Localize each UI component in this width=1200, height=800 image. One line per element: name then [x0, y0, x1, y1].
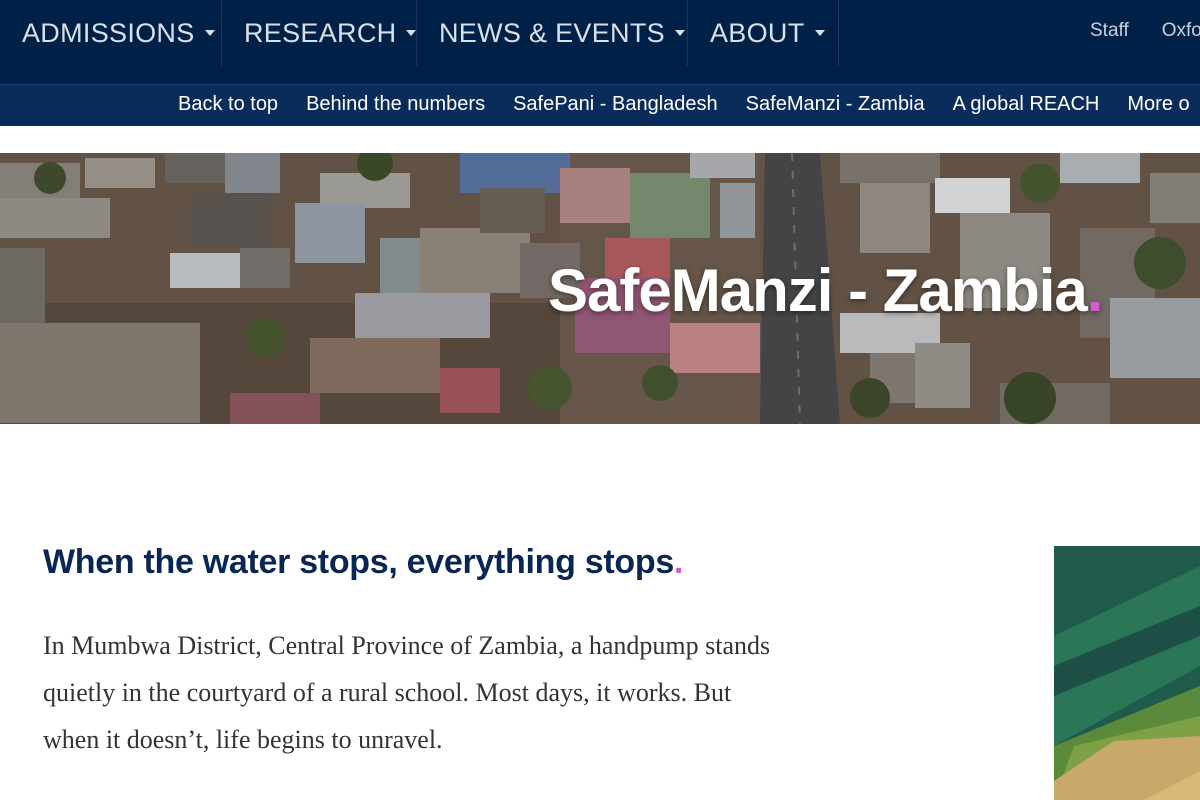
menu-admissions[interactable]: ADMISSIONS: [0, 0, 222, 66]
top-navigation: ADMISSIONS RESEARCH NEWS & EVENTS ABOUT …: [0, 0, 1200, 84]
menu-about-label: ABOUT: [710, 17, 805, 48]
oxford-link[interactable]: Oxfo: [1162, 20, 1200, 42]
subnav-more[interactable]: More o: [1127, 93, 1189, 116]
side-landscape-graphic: [1054, 546, 1200, 800]
menu-research[interactable]: RESEARCH: [222, 0, 417, 66]
hero-title-dot: .: [1086, 257, 1104, 324]
article-heading-text: When the water stops, everything stops: [43, 543, 674, 581]
caret-down-icon: [814, 30, 825, 36]
caret-down-icon: [204, 30, 215, 36]
subnav-safepani-bangladesh[interactable]: SafePani - Bangladesh: [513, 93, 718, 116]
caret-down-icon: [674, 30, 685, 36]
menu-admissions-label: ADMISSIONS: [22, 17, 195, 48]
menu-news-events[interactable]: NEWS & EVENTS: [417, 0, 688, 66]
menu-news-events-label: NEWS & EVENTS: [439, 17, 665, 48]
page-subnav: Back to top Behind the numbers SafePani …: [0, 84, 1200, 126]
article-heading-dot: .: [673, 543, 684, 581]
utility-links: Staff Oxfo: [1090, 20, 1200, 42]
main-menu: ADMISSIONS RESEARCH NEWS & EVENTS ABOUT: [0, 0, 839, 66]
hero-title: SafeManzi - Zambia.: [548, 256, 1104, 325]
subnav-behind-the-numbers[interactable]: Behind the numbers: [306, 93, 485, 116]
subnav-safemanzi-zambia[interactable]: SafeManzi - Zambia: [746, 93, 925, 116]
caret-down-icon: [406, 30, 417, 36]
hero-title-text: SafeManzi - Zambia: [548, 257, 1088, 324]
article-heading: When the water stops, everything stops.: [43, 543, 683, 582]
subnav-global-reach[interactable]: A global REACH: [953, 93, 1100, 116]
article-paragraph: In Mumbwa District, Central Province of …: [43, 631, 771, 754]
menu-research-label: RESEARCH: [244, 17, 397, 48]
subnav-back-to-top[interactable]: Back to top: [178, 93, 278, 116]
hero-banner: SafeManzi - Zambia.: [0, 153, 1200, 424]
menu-about[interactable]: ABOUT: [688, 0, 839, 66]
staff-link[interactable]: Staff: [1090, 20, 1129, 42]
side-landscape-image: [1054, 546, 1200, 800]
